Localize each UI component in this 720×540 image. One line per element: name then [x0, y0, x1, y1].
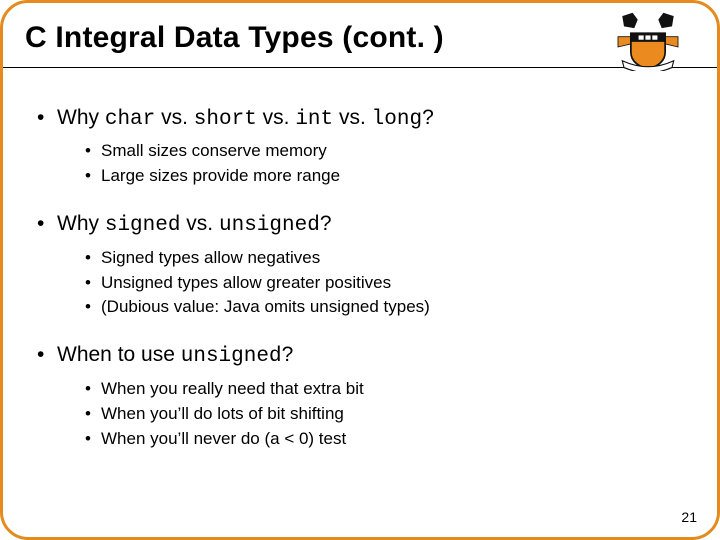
- list-item: Why char vs. short vs. int vs. long? Sma…: [37, 104, 687, 188]
- sub-item: When you’ll never do (a < 0) test: [85, 428, 687, 451]
- sub-item: Unsigned types allow greater positives: [85, 272, 687, 295]
- sub-item: Small sizes conserve memory: [85, 140, 687, 163]
- keyword: int: [295, 108, 333, 131]
- keyword: unsigned: [181, 345, 282, 368]
- keyword: unsigned: [219, 214, 320, 237]
- title-row: C Integral Data Types (cont. ): [3, 3, 717, 68]
- princeton-shield-icon: [605, 11, 691, 71]
- text: ?: [320, 212, 332, 235]
- text: When to use: [57, 343, 181, 366]
- sub-item: Signed types allow negatives: [85, 247, 687, 270]
- sub-list: When you really need that extra bit When…: [37, 378, 687, 451]
- question-line: Why signed vs. unsigned?: [37, 210, 687, 240]
- question-line: Why char vs. short vs. int vs. long?: [37, 104, 687, 134]
- keyword: short: [194, 108, 257, 131]
- text: vs.: [257, 106, 296, 129]
- list-item: When to use unsigned? When you really ne…: [37, 341, 687, 450]
- slide-frame: C Integral Data Types (cont. ): [0, 0, 720, 540]
- keyword: signed: [105, 214, 181, 237]
- sub-item: When you’ll do lots of bit shifting: [85, 403, 687, 426]
- text: Why: [57, 212, 105, 235]
- slide-title: C Integral Data Types (cont. ): [25, 21, 695, 55]
- bullet-list: Why char vs. short vs. int vs. long? Sma…: [37, 104, 687, 451]
- text: vs.: [155, 106, 194, 129]
- text: vs.: [333, 106, 372, 129]
- slide-content: Why char vs. short vs. int vs. long? Sma…: [3, 68, 717, 483]
- text: ?: [282, 343, 294, 366]
- sub-item: (Dubious value: Java omits unsigned type…: [85, 296, 687, 319]
- list-item: Why signed vs. unsigned? Signed types al…: [37, 210, 687, 319]
- text: Why: [57, 106, 105, 129]
- sub-item: When you really need that extra bit: [85, 378, 687, 401]
- text: vs.: [180, 212, 219, 235]
- text: ?: [422, 106, 434, 129]
- keyword: long: [372, 108, 422, 131]
- sub-list: Small sizes conserve memory Large sizes …: [37, 140, 687, 188]
- sub-item: Large sizes provide more range: [85, 165, 687, 188]
- page-number: 21: [681, 509, 697, 525]
- question-line: When to use unsigned?: [37, 341, 687, 371]
- keyword: char: [105, 108, 155, 131]
- sub-list: Signed types allow negatives Unsigned ty…: [37, 247, 687, 320]
